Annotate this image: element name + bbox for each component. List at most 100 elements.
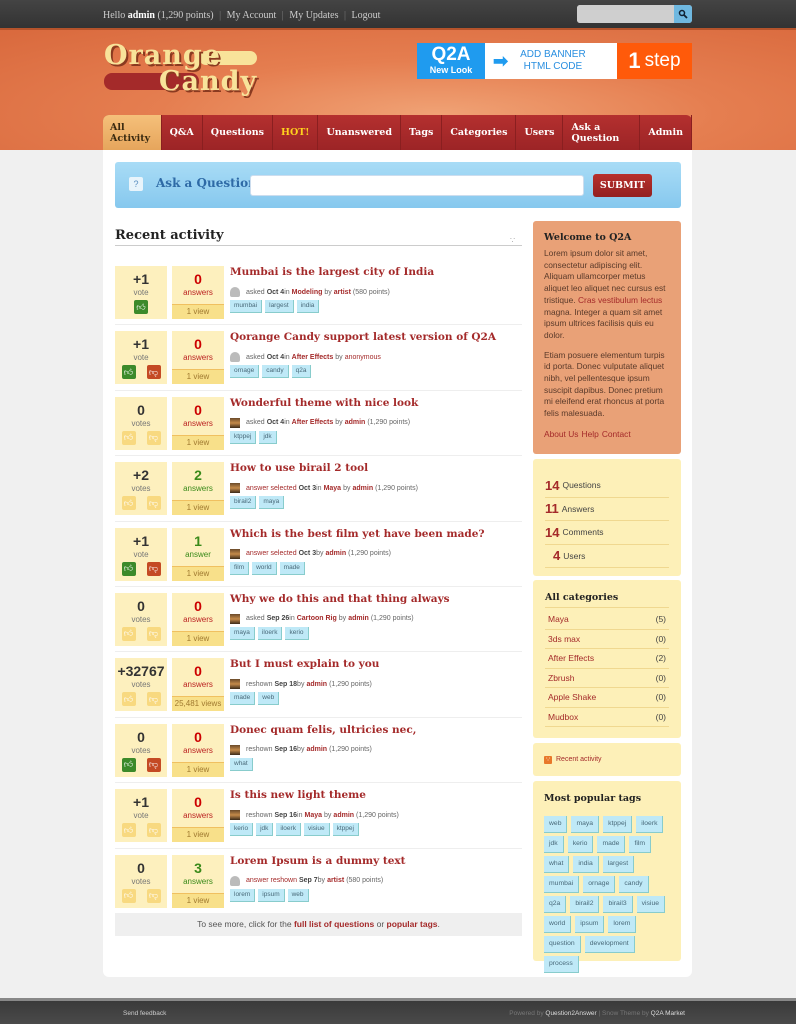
vote-up-button[interactable]: 👍︎ xyxy=(121,365,136,380)
category-link[interactable]: Cartoon Rig xyxy=(297,615,337,622)
vote-up-button[interactable]: 👍︎ xyxy=(121,823,136,838)
tag-link[interactable]: mumbai xyxy=(230,300,263,313)
full-list-link[interactable]: full list of questions xyxy=(294,919,374,929)
popular-tag-link[interactable]: mumbai xyxy=(544,876,580,893)
avatar[interactable] xyxy=(230,875,240,886)
q2a-market-link[interactable]: Q2A Market xyxy=(651,1010,685,1017)
vote-down-button[interactable]: 👎︎ xyxy=(146,888,161,903)
search-button[interactable] xyxy=(674,5,692,23)
user-link[interactable]: admin xyxy=(333,812,354,819)
tag-link[interactable]: iloerk xyxy=(257,626,283,640)
logout-link[interactable]: Logout xyxy=(352,10,381,21)
vote-down-button[interactable]: 👎︎ xyxy=(146,692,161,707)
site-logo[interactable]: Orange Candy xyxy=(104,40,259,102)
tag-link[interactable]: kerio xyxy=(285,626,309,640)
popular-tag-link[interactable]: ktppej xyxy=(603,816,633,833)
recent-activity-feed-link[interactable]: Recent activity xyxy=(556,756,602,763)
tag-link[interactable]: birail2 xyxy=(230,496,257,510)
nav-tab-hot[interactable]: HOT! xyxy=(273,115,319,150)
vote-up-button[interactable]: 👍︎ xyxy=(121,561,136,576)
vote-up-button[interactable]: 👍︎ xyxy=(121,430,136,445)
vote-down-button[interactable]: 👎︎ xyxy=(146,561,161,576)
popular-tag-link[interactable]: made xyxy=(597,836,626,853)
popular-tag-link[interactable]: ipsum xyxy=(575,916,605,933)
category-link[interactable]: Apple Shake xyxy=(548,692,596,702)
tag-link[interactable]: visiue xyxy=(303,823,330,837)
nav-tab-questions[interactable]: Questions xyxy=(203,115,273,150)
popular-tag-link[interactable]: q2a xyxy=(544,896,567,913)
username-link[interactable]: admin xyxy=(128,10,155,21)
popular-tag-link[interactable]: birail3 xyxy=(603,896,633,913)
user-link[interactable]: admin xyxy=(306,681,327,688)
tag-link[interactable]: ktppej xyxy=(230,430,257,444)
avatar[interactable] xyxy=(230,483,240,494)
popular-tag-link[interactable]: process xyxy=(544,956,579,973)
question-title-link[interactable]: How to use birail 2 tool xyxy=(230,462,520,474)
vote-up-button[interactable]: 👍︎ xyxy=(134,300,148,314)
tag-link[interactable]: web xyxy=(287,888,309,902)
question-title-link[interactable]: Lorem Ipsum is a dummy text xyxy=(230,855,520,867)
send-feedback-link[interactable]: Send feedback xyxy=(123,1010,166,1017)
tag-link[interactable]: maya xyxy=(259,496,285,510)
vote-down-button[interactable]: 👎︎ xyxy=(146,757,161,772)
vote-down-button[interactable]: 👎︎ xyxy=(146,626,161,641)
user-link[interactable]: artist xyxy=(327,877,344,884)
rss-icon[interactable]: ∵ xyxy=(510,236,518,245)
tag-link[interactable]: india xyxy=(296,300,320,313)
tag-link[interactable]: largest xyxy=(265,300,294,313)
avatar[interactable] xyxy=(230,417,240,428)
popular-tag-link[interactable]: ornage xyxy=(583,876,616,893)
category-link[interactable]: After Effects xyxy=(292,354,334,361)
popular-tag-link[interactable]: candy xyxy=(619,876,649,893)
user-link[interactable]: admin xyxy=(352,485,373,492)
popular-tag-link[interactable]: largest xyxy=(602,856,635,873)
tag-link[interactable]: iloerk xyxy=(276,823,301,837)
question-title-link[interactable]: Mumbai is the largest city of India xyxy=(230,266,520,278)
category-link[interactable]: Zbrush xyxy=(548,673,574,683)
user-link[interactable]: artist xyxy=(334,289,351,296)
nav-tab-unanswered[interactable]: Unanswered xyxy=(318,115,401,150)
ask-question-input[interactable] xyxy=(250,175,584,196)
tag-link[interactable]: made xyxy=(279,561,305,575)
nav-tab-all-activity[interactable]: All Activity xyxy=(103,115,162,150)
contact-link[interactable]: Contact xyxy=(602,429,631,439)
user-link[interactable]: admin xyxy=(348,615,369,622)
activity-type[interactable]: answer selected xyxy=(246,485,297,492)
category-link[interactable]: After Effects xyxy=(548,653,594,663)
tag-link[interactable]: maya xyxy=(230,626,255,640)
vote-up-button[interactable]: 👍︎ xyxy=(121,626,136,641)
avatar[interactable] xyxy=(230,287,240,297)
about-link[interactable]: About Us xyxy=(544,429,578,439)
tag-link[interactable]: candy xyxy=(262,365,289,379)
question-title-link[interactable]: Which is the best film yet have been mad… xyxy=(230,528,520,540)
nav-tab-users[interactable]: Users xyxy=(516,115,564,150)
tag-link[interactable]: made xyxy=(230,692,256,706)
user-link[interactable]: admin xyxy=(345,419,366,426)
popular-tag-link[interactable]: jdk xyxy=(544,836,564,853)
tag-link[interactable]: what xyxy=(230,757,253,771)
question2answer-link[interactable]: Question2Answer xyxy=(545,1010,596,1017)
tag-link[interactable]: lorem xyxy=(230,888,256,902)
my-updates-link[interactable]: My Updates xyxy=(289,10,338,21)
question-title-link[interactable]: Why we do this and that thing always xyxy=(230,593,520,605)
tag-link[interactable]: web xyxy=(258,692,280,706)
popular-tag-link[interactable]: visiue xyxy=(636,896,666,913)
avatar[interactable] xyxy=(230,810,240,821)
avatar[interactable] xyxy=(230,679,240,690)
search-input[interactable] xyxy=(577,5,674,23)
popular-tag-link[interactable]: birail2 xyxy=(570,896,600,913)
help-link[interactable]: Help xyxy=(582,429,599,439)
my-account-link[interactable]: My Account xyxy=(227,10,277,21)
avatar[interactable] xyxy=(230,613,240,624)
ad-banner[interactable]: Q2A New Look ➡ ADD BANNER HTML CODE 1 ste… xyxy=(417,43,692,79)
activity-type[interactable]: answer reshown xyxy=(246,877,297,884)
tag-link[interactable]: world xyxy=(252,561,277,575)
tag-link[interactable]: ipsum xyxy=(258,888,285,902)
tag-link[interactable]: kerio xyxy=(230,823,254,837)
vote-up-button[interactable]: 👍︎ xyxy=(121,888,136,903)
popular-tag-link[interactable]: what xyxy=(544,856,570,873)
popular-tag-link[interactable]: question xyxy=(544,936,581,953)
popular-tag-link[interactable]: kerio xyxy=(567,836,594,853)
popular-tag-link[interactable]: lorem xyxy=(608,916,637,933)
nav-tab-categories[interactable]: Categories xyxy=(442,115,517,150)
